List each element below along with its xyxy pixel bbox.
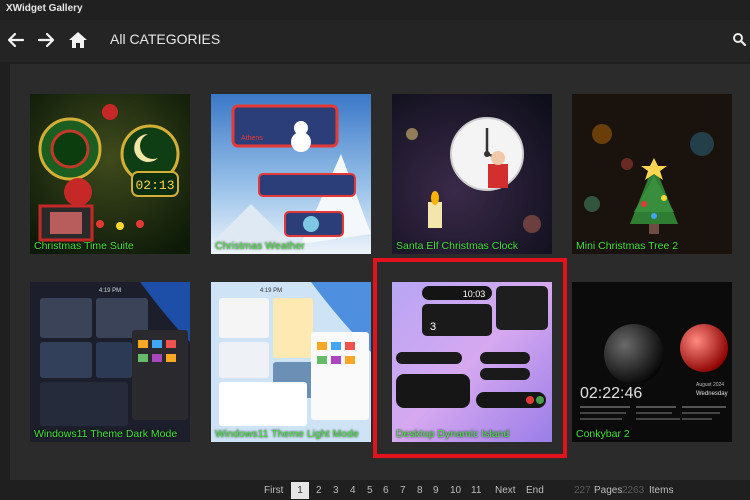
pager-page-link[interactable]: 7 (400, 485, 406, 496)
thumb-clock-time: 02:13 (135, 178, 174, 193)
thumb-conky-day: Wednesday (696, 391, 728, 397)
selection-highlight-frame (373, 258, 567, 458)
thumbnail-windows11-light: 4:19 PM (211, 282, 371, 442)
home-icon[interactable] (66, 28, 90, 52)
thumb-light-time: 4:19 PM (260, 288, 282, 294)
pager-current-page[interactable]: 1 (291, 482, 309, 499)
widget-tile-santa-elf-christmas-clock[interactable]: Santa Elf Christmas Clock (392, 94, 552, 254)
tile-caption: Christmas Weather (215, 240, 305, 252)
tile-caption: Windows11 Theme Light Mode (215, 428, 359, 440)
thumbnail-santa-elf-clock (392, 94, 552, 254)
tile-caption: Mini Christmas Tree 2 (576, 240, 679, 252)
thumbnail-conkybar: 02:22:46 August 2024 Wednesday (572, 282, 732, 442)
pages-count: 227 (574, 485, 591, 496)
pager-next-link[interactable]: Next (495, 485, 516, 496)
thumb-conky-time: 02:22:46 (580, 385, 642, 402)
breadcrumb[interactable]: All CATEGORIES (110, 31, 220, 47)
forward-arrow-icon[interactable] (34, 28, 58, 52)
pager-page-link[interactable]: 8 (417, 485, 423, 496)
pager-page-link[interactable]: 4 (350, 485, 356, 496)
widget-tile-mini-christmas-tree-2[interactable]: Mini Christmas Tree 2 (572, 94, 732, 254)
thumb-weather-city: Athens (241, 135, 263, 142)
thumbnail-windows11-dark: 4:19 PM (30, 282, 190, 442)
title-bar: XWidget Gallery (0, 0, 750, 20)
pager-page-link[interactable]: 2 (316, 485, 322, 496)
thumbnail-mini-christmas-tree (572, 94, 732, 254)
thumbnail-christmas-time-suite: 02:13 (30, 94, 190, 254)
tile-caption: Santa Elf Christmas Clock (396, 240, 518, 252)
widget-tile-christmas-time-suite[interactable]: 02:13 Christmas Time Suite (30, 94, 190, 254)
window-title: XWidget Gallery (6, 3, 83, 14)
thumb-conky-month: August 2024 (696, 382, 724, 388)
pager-end-link[interactable]: End (526, 485, 544, 496)
nav-bar: All CATEGORIES (0, 20, 750, 62)
items-count: 2263 (622, 485, 645, 496)
pager-page-link[interactable]: 6 (383, 485, 389, 496)
back-arrow-icon[interactable] (4, 28, 28, 52)
thumb-dark-time: 4:19 PM (99, 288, 121, 294)
thumbnail-christmas-weather: Athens (211, 94, 371, 254)
pager-page-link[interactable]: 5 (367, 485, 373, 496)
tile-caption: Windows11 Theme Dark Mode (34, 428, 178, 440)
widget-tile-windows11-light[interactable]: 4:19 PM Windows11 Theme Light Mode (211, 282, 371, 442)
pager-page-link[interactable]: 10 (450, 485, 461, 496)
pager-page-link[interactable]: 11 (471, 485, 481, 496)
widget-tile-christmas-weather[interactable]: Athens Christmas Weather (211, 94, 371, 254)
pager-first-link[interactable]: First (264, 485, 283, 496)
widget-tile-conkybar-2[interactable]: 02:22:46 August 2024 Wednesday Conkybar … (572, 282, 732, 442)
pager-page-link[interactable]: 3 (333, 485, 339, 496)
tile-caption: Christmas Time Suite (34, 240, 134, 252)
pagination-bar: First 1 2 3 4 5 6 7 8 9 10 11 Next End 2… (0, 481, 750, 500)
items-label: Items (649, 485, 674, 496)
tile-caption: Conkybar 2 (576, 428, 630, 440)
pager-page-link[interactable]: 9 (433, 485, 439, 496)
widget-tile-windows11-dark[interactable]: 4:19 PM Windows11 Theme Dark Mode (30, 282, 190, 442)
search-icon[interactable] (732, 32, 747, 48)
pages-label: Pages (594, 485, 623, 496)
